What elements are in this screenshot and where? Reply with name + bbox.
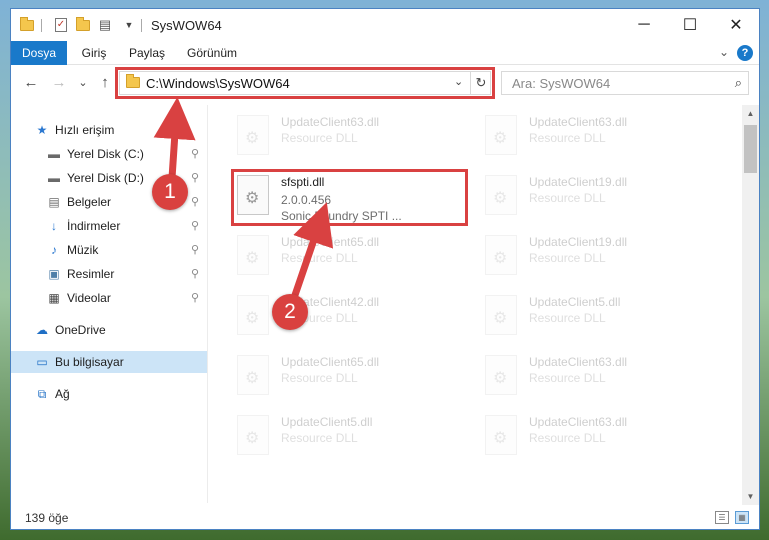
step-marker-2: 2	[272, 294, 308, 330]
arrow-to-file	[290, 202, 334, 302]
arrow-to-address-bar	[153, 97, 196, 182]
step-marker-1: 1	[152, 174, 188, 210]
annotation-arrows	[153, 97, 334, 302]
